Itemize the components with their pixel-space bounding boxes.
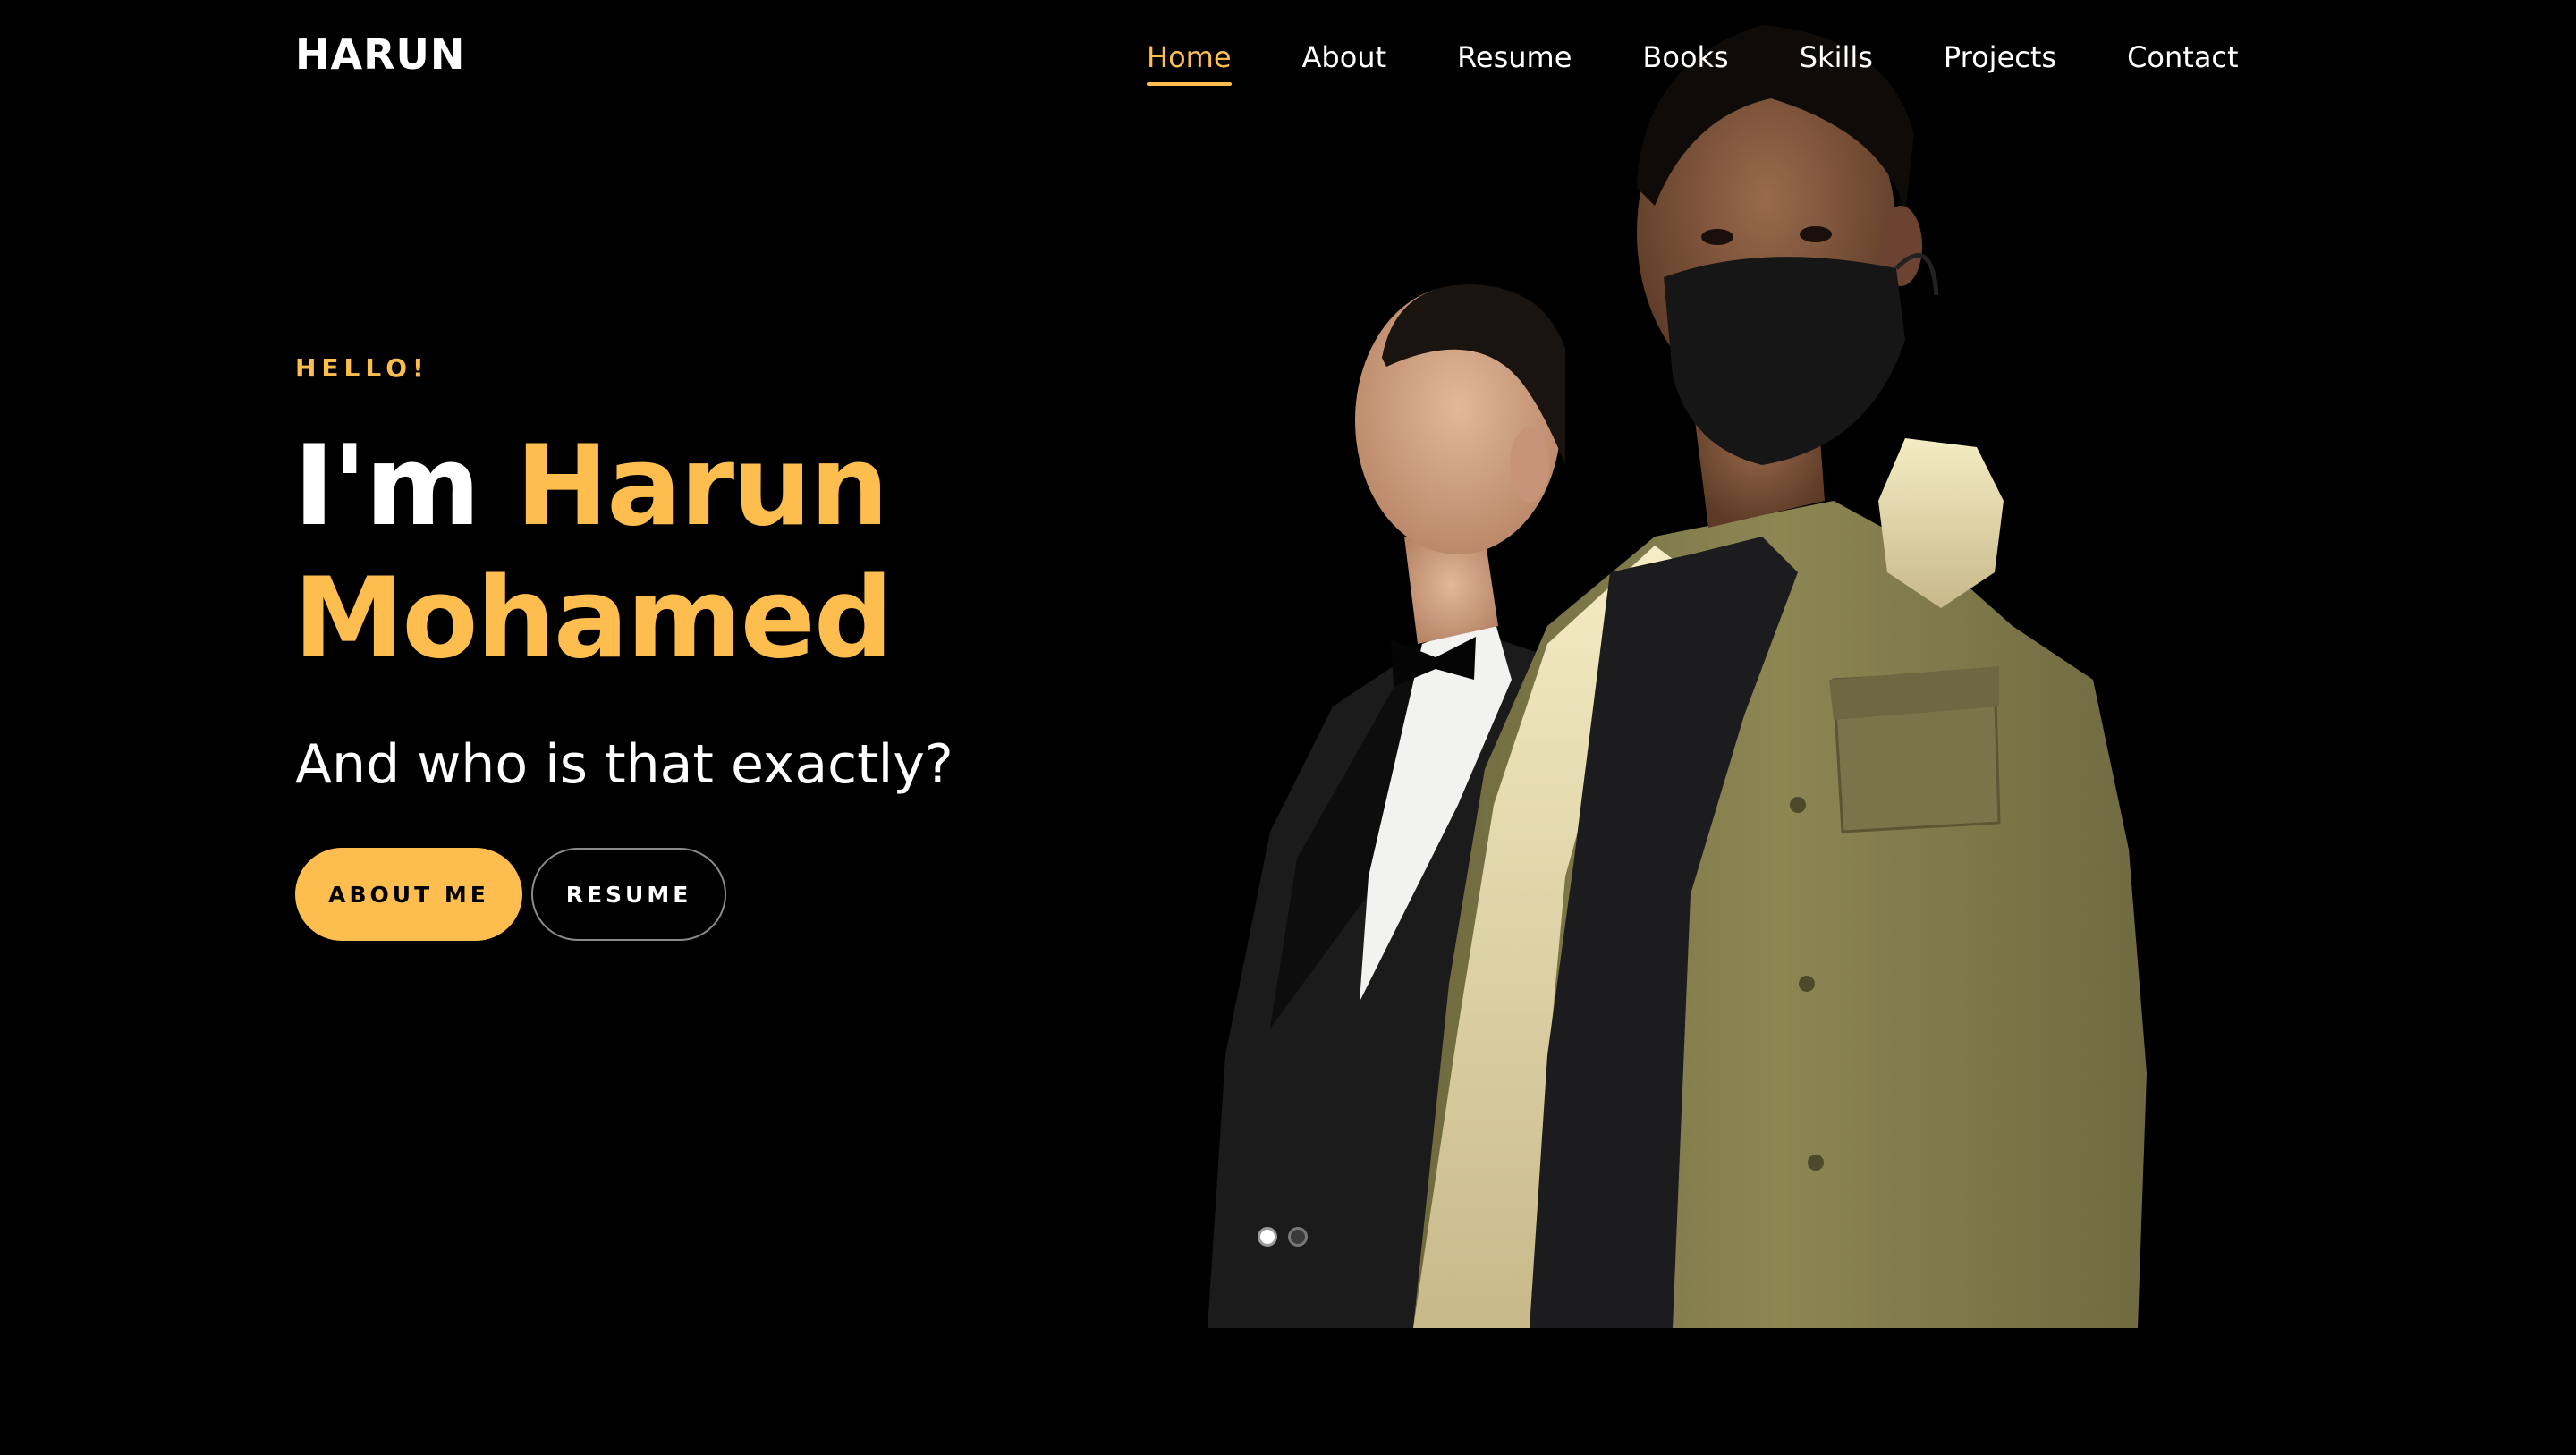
hero-greeting: HELLO! (295, 353, 429, 383)
resume-button[interactable]: RESUME (531, 848, 726, 941)
home-page: HARUN Home About Resume Books Skills Pro… (0, 0, 2576, 1455)
headline-first-name: Harun (515, 422, 888, 551)
nav-item-home[interactable]: Home (1147, 36, 1232, 86)
nav-item-about[interactable]: About (1302, 36, 1387, 79)
nav-item-books[interactable]: Books (1642, 36, 1728, 79)
nav-item-projects[interactable]: Projects (1944, 36, 2056, 79)
site-logo[interactable]: HARUN (295, 34, 465, 75)
nav-item-resume[interactable]: Resume (1457, 36, 1572, 79)
carousel-dot-2[interactable] (1288, 1227, 1308, 1247)
hero-photo (1208, 25, 2147, 1328)
nav-item-contact[interactable]: Contact (2127, 36, 2239, 79)
hero-headline: I'm Harun Mohamed (293, 420, 1188, 685)
nav-item-skills[interactable]: Skills (1800, 36, 1873, 79)
headline-last-name: Mohamed (293, 554, 894, 683)
about-me-button[interactable]: ABOUT ME (295, 848, 522, 941)
headline-prefix: I'm (293, 422, 480, 551)
carousel-dot-1[interactable] (1258, 1227, 1277, 1247)
carousel-dots (1258, 1227, 1308, 1247)
main-nav: Home About Resume Books Skills Projects … (1147, 36, 2239, 86)
hero-subheading: And who is that exactly? (295, 733, 953, 796)
